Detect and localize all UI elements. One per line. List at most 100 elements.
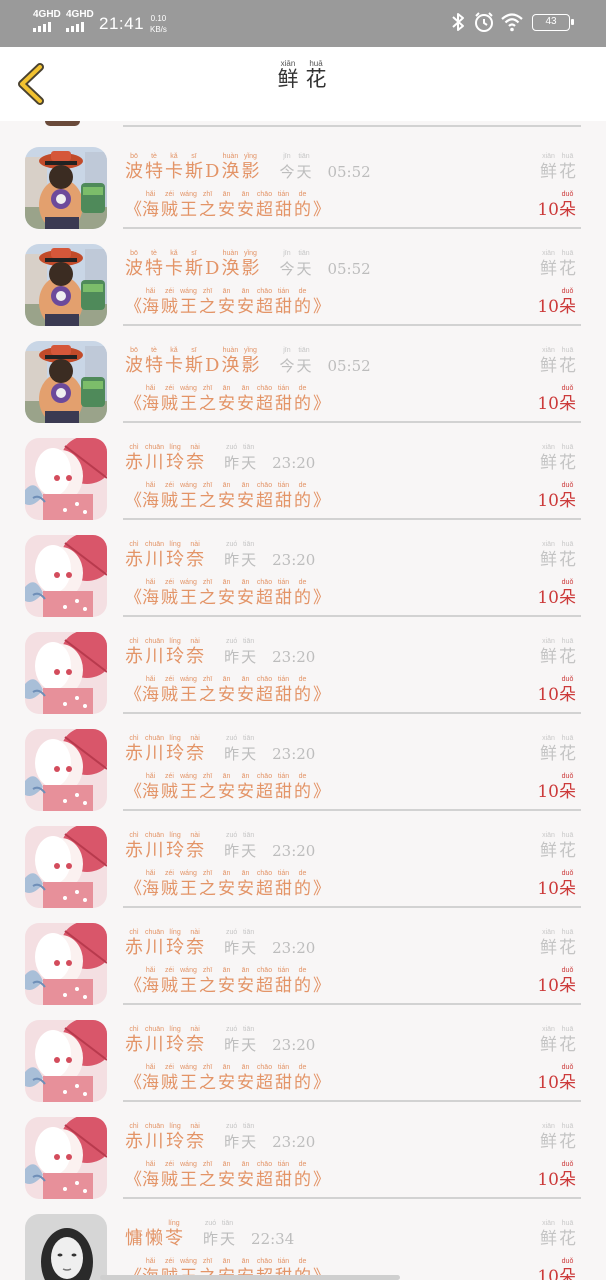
sender-name[interactable]: chì 赤 chuān 川 líng 玲 nài 奈 [125, 735, 206, 765]
gift-record-item[interactable]: chì 赤 chuān 川 líng 玲 nài 奈 zuó 昨 tiān 天 23:20 xiān 鲜 hu… [0, 903, 606, 1005]
name-char: chì 赤 [125, 638, 143, 667]
sender-name[interactable]: chì 赤 chuān 川 líng 玲 nài 奈 [125, 541, 206, 571]
avatar[interactable] [25, 729, 107, 811]
gift-record-item[interactable]: chì 赤 chuān 川 líng 玲 nài 奈 zuó 昨 tiān 天 23:20 xiān 鲜 hu… [0, 418, 606, 520]
book-title-char: zhī 之 [199, 385, 216, 414]
name-char: D [205, 355, 220, 376]
sender-name[interactable]: bō 波 tè 特 kǎ 卡 sī 斯 Dhuàn 涣 yǐng 影 [125, 347, 261, 377]
avatar[interactable] [25, 1117, 107, 1199]
book-title-char: ān 安 [218, 870, 235, 899]
speed-value: 0.10 [150, 14, 167, 23]
scrollbar[interactable] [100, 1275, 400, 1280]
avatar[interactable] [25, 826, 107, 908]
avatar[interactable] [25, 535, 107, 617]
book-title[interactable]: 《 hǎi 海 zéi 贼 wáng 王 zhī 之 ān 安 ān 安 chāo 超 tián 甜 de 的》 [125, 481, 330, 512]
gift-type-char: xiān 鲜 [540, 929, 557, 958]
book-title[interactable]: 《 hǎi 海 zéi 贼 wáng 王 zhī 之 ān 安 ān 安 chāo 超 tián 甜 de 的》 [125, 869, 330, 900]
sender-name[interactable]: chì 赤 chuān 川 líng 玲 nài 奈 [125, 929, 206, 959]
date-char: tiān 天 [296, 347, 312, 375]
sender-line: chì 赤 chuān 川 líng 玲 nài 奈 zuó 昨 tiān 天 23:20 [125, 540, 315, 571]
book-title[interactable]: 《 hǎi 海 zéi 贼 wáng 王 zhī 之 ān 安 ān 安 chāo 超 tián 甜 de 的》 [125, 384, 330, 415]
book-title[interactable]: 《 hǎi 海 zéi 贼 wáng 王 zhī 之 ān 安 ān 安 chāo 超 tián 甜 de 的》 [125, 287, 330, 318]
sender-name[interactable]: chì 赤 chuān 川 líng 玲 nài 奈 [125, 1123, 206, 1153]
avatar[interactable] [25, 147, 107, 229]
avatar[interactable] [25, 244, 107, 326]
gift-type-label: xiān 鲜 huā 花 [540, 734, 578, 765]
name-char: yǐng 影 [241, 153, 260, 182]
sender-name[interactable]: 慵懒 líng 苓 [125, 1220, 185, 1250]
book-title[interactable]: 《 hǎi 海 zéi 贼 wáng 王 zhī 之 ān 安 ān 安 chāo 超 tián 甜 de 的》 [125, 1063, 330, 1094]
timestamp: 23:20 [272, 745, 316, 763]
book-title-char: zhī 之 [199, 967, 216, 996]
name-char: sī 斯 [185, 250, 203, 279]
open-quote: 《 [125, 297, 142, 317]
name-char: huàn 涣 [221, 153, 240, 182]
gift-type-char: huā 花 [559, 929, 576, 958]
book-title-char: wáng 王 [180, 191, 197, 220]
gift-record-item[interactable]: 慵懒 líng 苓 zuó 昨 tiān 天 22:34 xiān 鲜 huā 花《 hǎi 海 zéi 贼 w… [0, 1194, 606, 1280]
gift-record-item[interactable]: chì 赤 chuān 川 líng 玲 nài 奈 zuó 昨 tiān 天 23:20 xiān 鲜 hu… [0, 1097, 606, 1199]
name-char: líng 玲 [166, 638, 185, 667]
gift-record-item[interactable]: chì 赤 chuān 川 líng 玲 nài 奈 zuó 昨 tiān 天 23:20 xiān 鲜 hu… [0, 612, 606, 714]
book-title-char: wáng 王 [180, 1161, 197, 1190]
gift-record-item[interactable]: chì 赤 chuān 川 líng 玲 nài 奈 zuó 昨 tiān 天 23:20 xiān 鲜 hu… [0, 806, 606, 908]
book-title-char: tián 甜 [275, 870, 292, 899]
sender-name[interactable]: chì 赤 chuān 川 líng 玲 nài 奈 [125, 832, 206, 862]
avatar[interactable] [25, 341, 107, 423]
date-char: jīn 今 [279, 250, 295, 278]
name-char: nài 奈 [186, 444, 205, 473]
book-title-char: wáng 王 [180, 676, 197, 705]
gift-record-item[interactable]: bō 波 tè 特 kǎ 卡 sī 斯 Dhuàn 涣 yǐng 影 jīn 今 tiān 天 05:52 xiā… [0, 224, 606, 326]
open-quote: 《 [125, 976, 142, 996]
gift-record-item[interactable]: chì 赤 chuān 川 líng 玲 nài 奈 zuó 昨 tiān 天 23:20 xiān 鲜 hu… [0, 1000, 606, 1102]
gift-type-char: xiān 鲜 [540, 735, 557, 764]
book-title-char: ān 安 [237, 385, 254, 414]
avatar[interactable] [25, 1214, 107, 1280]
gift-type-char: huā 花 [559, 250, 576, 279]
book-title-char: hǎi 海 [142, 385, 159, 414]
count-value: 10 [537, 200, 559, 220]
book-title[interactable]: 《 hǎi 海 zéi 贼 wáng 王 zhī 之 ān 安 ān 安 chāo 超 tián 甜 de 的》 [125, 578, 330, 609]
gift-count: 10 duǒ 朵 [537, 1063, 578, 1094]
gift-record-item[interactable]: chì 赤 chuān 川 líng 玲 nài 奈 zuó 昨 tiān 天 23:20 xiān 鲜 hu… [0, 515, 606, 617]
sender-name[interactable]: bō 波 tè 特 kǎ 卡 sī 斯 Dhuàn 涣 yǐng 影 [125, 250, 261, 280]
gift-type-label: xiān 鲜 huā 花 [540, 249, 578, 280]
avatar[interactable] [25, 923, 107, 1005]
book-title-char: wáng 王 [180, 385, 197, 414]
count-value: 10 [537, 394, 559, 414]
gift-type-char: xiān 鲜 [540, 541, 557, 570]
book-title-char: ān 安 [218, 1161, 235, 1190]
book-title-char: ān 安 [218, 385, 235, 414]
gift-record-list[interactable]: bō 波 tè 特 kǎ 卡 sī 斯 Dhuàn 涣 yǐng 影 jīn 今 tiān 天 05:52 xiā… [0, 121, 606, 1280]
book-title[interactable]: 《 hǎi 海 zéi 贼 wáng 王 zhī 之 ān 安 ān 安 chāo 超 tián 甜 de 的》 [125, 675, 330, 706]
sender-name[interactable]: chì 赤 chuān 川 líng 玲 nài 奈 [125, 638, 206, 668]
avatar[interactable] [25, 438, 107, 520]
name-char: D [205, 258, 220, 279]
book-title[interactable]: 《 hǎi 海 zéi 贼 wáng 王 zhī 之 ān 安 ān 安 chāo 超 tián 甜 de 的》 [125, 966, 330, 997]
gift-type-label: xiān 鲜 huā 花 [540, 443, 578, 474]
gift-record-item[interactable]: bō 波 tè 特 kǎ 卡 sī 斯 Dhuàn 涣 yǐng 影 jīn 今 tiān 天 05:52 xiā… [0, 321, 606, 423]
close-quote: 》 [313, 976, 330, 996]
sender-name[interactable]: bō 波 tè 特 kǎ 卡 sī 斯 Dhuàn 涣 yǐng 影 [125, 153, 261, 183]
name-char: nài 奈 [186, 1026, 205, 1055]
name-char: líng 玲 [166, 444, 185, 473]
book-title[interactable]: 《 hǎi 海 zéi 贼 wáng 王 zhī 之 ān 安 ān 安 chāo 超 tián 甜 de 的》 [125, 1160, 330, 1191]
book-title-char: zhī 之 [199, 288, 216, 317]
gift-record-item[interactable]: bō 波 tè 特 kǎ 卡 sī 斯 Dhuàn 涣 yǐng 影 jīn 今 tiān 天 05:52 xiā… [0, 127, 606, 229]
gift-record-item[interactable]: chì 赤 chuān 川 líng 玲 nài 奈 zuó 昨 tiān 天 23:20 xiān 鲜 hu… [0, 709, 606, 811]
gift-type-char: huā 花 [559, 1123, 576, 1152]
book-title[interactable]: 《 hǎi 海 zéi 贼 wáng 王 zhī 之 ān 安 ān 安 chāo 超 tián 甜 de 的》 [125, 190, 330, 221]
open-quote: 《 [125, 782, 142, 802]
count-unit: duǒ 朵 [559, 1064, 576, 1093]
avatar[interactable] [25, 1020, 107, 1102]
book-title-char: chāo 超 [256, 870, 273, 899]
avatar[interactable] [25, 632, 107, 714]
book-title[interactable]: 《 hǎi 海 zéi 贼 wáng 王 zhī 之 ān 安 ān 安 chāo 超 tián 甜 de 的》 [125, 772, 330, 803]
sender-name[interactable]: chì 赤 chuān 川 líng 玲 nài 奈 [125, 1026, 206, 1056]
book-title-char: zhī 之 [199, 773, 216, 802]
battery-icon: 43 [532, 14, 574, 31]
book-title-char: zéi 贼 [161, 579, 178, 608]
open-quote: 《 [125, 200, 142, 220]
name-char: líng 玲 [166, 1026, 185, 1055]
sender-name[interactable]: chì 赤 chuān 川 líng 玲 nài 奈 [125, 444, 206, 474]
